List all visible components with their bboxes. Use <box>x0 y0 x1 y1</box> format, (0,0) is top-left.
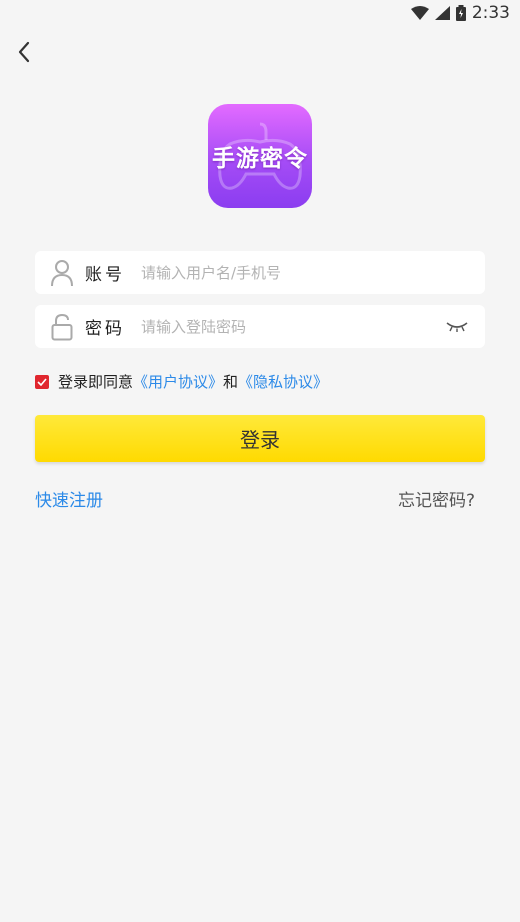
app-logo: 手游密令 <box>208 104 312 208</box>
password-field[interactable]: 密码 <box>35 305 485 348</box>
battery-icon <box>455 5 466 21</box>
app-logo-text: 手游密令 <box>212 146 308 172</box>
account-label: 账号 <box>85 265 125 285</box>
back-button[interactable] <box>12 38 36 66</box>
login-button[interactable]: 登录 <box>35 415 485 462</box>
account-field[interactable]: 账号 <box>35 251 485 294</box>
agreement-prefix: 登录即同意 <box>58 373 134 391</box>
status-bar: 2:33 <box>0 0 520 26</box>
password-input[interactable] <box>139 305 443 348</box>
back-arrow-icon <box>18 41 30 63</box>
user-icon <box>49 258 75 288</box>
privacy-policy-link[interactable]: 《隐私协议》 <box>238 371 328 392</box>
agreement-and: 和 <box>223 373 239 391</box>
forgot-password-link[interactable]: 忘记密码? <box>398 486 475 511</box>
password-label: 密码 <box>85 319 125 339</box>
wifi-icon <box>410 6 429 20</box>
account-input[interactable] <box>139 251 485 294</box>
lock-icon <box>49 312 75 342</box>
eye-closed-icon[interactable] <box>443 317 471 337</box>
status-time: 2:33 <box>471 3 510 23</box>
user-agreement-link[interactable]: 《用户协议》 <box>133 371 223 392</box>
agreement-checkbox[interactable] <box>35 374 49 389</box>
agreement-row: 登录即同意 《用户协议》 和 《隐私协议》 <box>35 371 328 392</box>
signal-icon <box>434 6 450 20</box>
check-icon <box>37 377 47 386</box>
quick-register-link[interactable]: 快速注册 <box>35 486 103 511</box>
